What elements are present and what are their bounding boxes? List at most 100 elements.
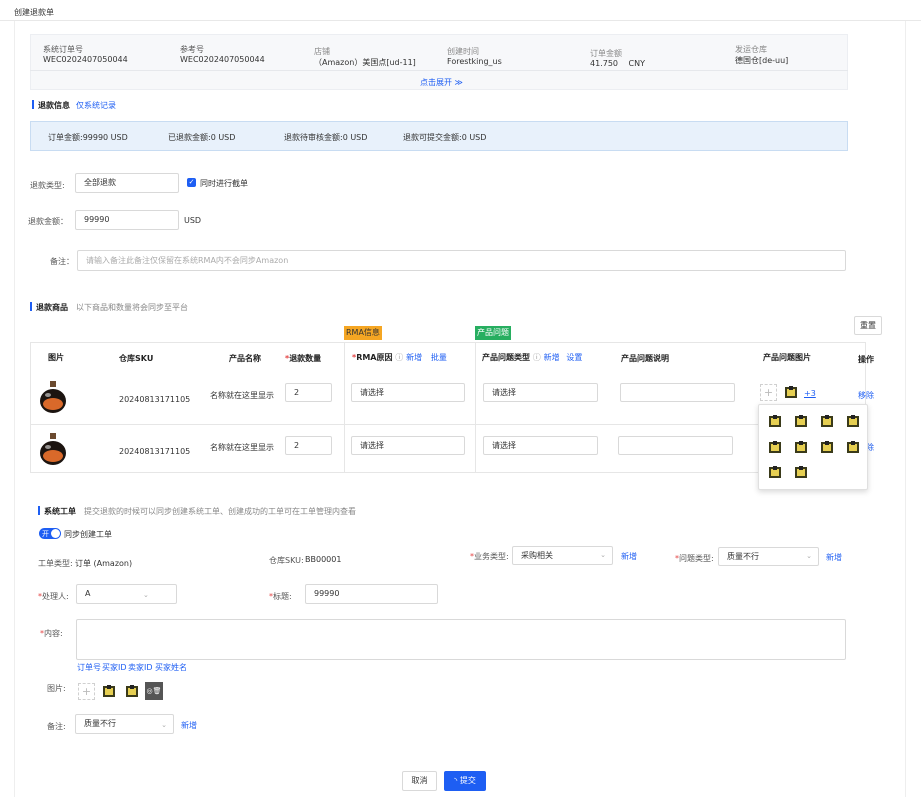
popup-image-thumb[interactable]: [768, 414, 782, 428]
attached-image-thumb[interactable]: [102, 684, 116, 698]
biz-type-select[interactable]: 采购相关 ⌄: [512, 546, 613, 565]
refund-info-title: 退款信息: [38, 101, 70, 110]
summary-label-order-no: 系统订单号: [43, 45, 83, 54]
chevron-down-icon: ⌄: [600, 551, 606, 559]
summary-label-amount: 订单金额: [590, 49, 622, 58]
wo-remark-value: 质量不行: [84, 719, 116, 728]
rma-add-link[interactable]: 新增: [406, 353, 422, 362]
image-label: 图片:: [47, 684, 66, 693]
popup-image-thumb[interactable]: [794, 414, 808, 428]
intercept-checkbox[interactable]: ✓: [187, 178, 196, 187]
summary-label-created: 创建时间: [447, 47, 479, 56]
content-textarea[interactable]: [76, 619, 846, 660]
summary-value-currency: CNY: [628, 59, 646, 68]
refund-goods-title: 退款商品: [36, 303, 68, 312]
problem-desc-input[interactable]: [618, 436, 733, 455]
biz-type-label: *业务类型:: [470, 552, 509, 561]
sync-work-order-toggle[interactable]: 开: [39, 528, 61, 539]
problem-image-thumb[interactable]: [784, 385, 798, 399]
col-rma-reason: *RMA原因 ⓘ 新增 批量: [352, 353, 447, 362]
upload-image-button[interactable]: +: [78, 683, 95, 700]
var-buyer-id[interactable]: 买家ID: [102, 662, 127, 673]
wo-remark-add-link[interactable]: 新增: [181, 720, 197, 731]
sku-cell: 20240813171105: [119, 395, 191, 404]
submit-label: 提交: [459, 776, 476, 785]
product-problem-tag: 产品问题: [475, 326, 511, 340]
wo-remark-label: 备注:: [47, 722, 66, 731]
problem-type-select[interactable]: 请选择: [483, 436, 598, 455]
popup-image-thumb[interactable]: [820, 440, 834, 454]
header-divider: [0, 20, 921, 21]
expand-toggle-link[interactable]: 点击展开 ≫: [420, 77, 463, 88]
qty-input[interactable]: 2: [285, 383, 332, 402]
var-seller-id[interactable]: 卖家ID: [128, 662, 153, 673]
remove-row-link[interactable]: 移除: [858, 390, 874, 401]
loading-icon: ◝: [454, 776, 458, 785]
summary-label-shop: 店铺: [314, 47, 330, 56]
row-divider: [31, 424, 865, 425]
summary-value-shop: （Amazon）美国点[ud-11]: [314, 58, 416, 67]
problem-type-label: *问题类型:: [675, 554, 714, 563]
order-amount-text: 订单金额:99990 USD: [48, 133, 128, 142]
remark-input[interactable]: 请输入备注此备注仅保留在系统RMA内不会同步Amazon: [77, 250, 846, 271]
popup-image-thumb[interactable]: [768, 440, 782, 454]
system-record-link[interactable]: 仅系统记录: [76, 100, 116, 111]
work-order-title: 系统工单: [44, 507, 76, 516]
reset-button[interactable]: 重置: [854, 316, 882, 335]
summary-value-amount: 41.750: [590, 59, 618, 68]
popup-image-thumb[interactable]: [846, 414, 860, 428]
rma-reason-select[interactable]: 请选择: [351, 436, 465, 455]
problem-type-select[interactable]: 请选择: [483, 383, 598, 402]
chevron-down-icon: ⌄: [143, 591, 149, 599]
refund-amount-input[interactable]: 99990: [75, 210, 179, 230]
upload-image-button[interactable]: +: [760, 384, 777, 401]
summary-divider: [30, 70, 848, 71]
submit-button[interactable]: ◝ 提交: [444, 771, 486, 791]
wo-sku-value: BB00001: [305, 555, 342, 564]
summary-amount-group: 41.750 CNY: [590, 59, 645, 68]
refund-goods-subtitle: 以下商品和数量将会同步至平台: [76, 303, 188, 312]
var-buyer-name[interactable]: 买家姓名: [155, 662, 187, 673]
remark-label: 备注：: [50, 257, 74, 266]
handler-select[interactable]: A ⌄: [76, 584, 177, 604]
popup-image-thumb[interactable]: [794, 440, 808, 454]
refund-type-input[interactable]: 全部退款: [75, 173, 179, 193]
var-order-no[interactable]: 订单号: [77, 662, 101, 673]
rma-reason-select[interactable]: 请选择: [351, 383, 465, 402]
rma-batch-link[interactable]: 批量: [431, 353, 447, 362]
product-name-cell: 名称就在这里显示: [210, 443, 274, 452]
refunded-amount-text: 已退款金额:0 USD: [168, 133, 236, 142]
problem-type-value: 质量不行: [727, 552, 759, 561]
column-divider: [475, 342, 476, 473]
cancel-button[interactable]: 取消: [402, 771, 437, 791]
more-images-link[interactable]: +3: [804, 389, 816, 398]
product-image: [37, 432, 69, 466]
col-action: 操作: [858, 355, 874, 364]
col-problem-image: 产品问题图片: [763, 353, 811, 362]
refund-type-label: 退款类型:: [30, 181, 65, 190]
wo-remark-select[interactable]: 质量不行 ⌄: [75, 714, 174, 734]
biz-type-add-link[interactable]: 新增: [621, 551, 637, 562]
submittable-amount-text: 退款可提交金额:0 USD: [403, 133, 487, 142]
popup-image-thumb[interactable]: [794, 465, 808, 479]
help-icon: ⓘ: [395, 353, 404, 362]
wo-sku-label: 仓库SKU:: [269, 556, 304, 565]
problem-desc-input[interactable]: [620, 383, 735, 402]
ptype-add-link[interactable]: 新增: [544, 353, 560, 362]
page-title: 创建退款单: [14, 8, 54, 17]
col-qty: *退款数量: [285, 354, 322, 363]
summary-value-order-no: WEC0202407050044: [43, 55, 128, 64]
popup-image-thumb[interactable]: [846, 440, 860, 454]
popup-image-thumb[interactable]: [768, 465, 782, 479]
section-marker: [30, 302, 32, 311]
delete-image-icon[interactable]: ◎🗑: [145, 682, 163, 700]
qty-input[interactable]: 2: [285, 436, 332, 455]
popup-image-thumb[interactable]: [820, 414, 834, 428]
problem-type-dropdown[interactable]: 质量不行 ⌄: [718, 547, 819, 566]
attached-image-thumb[interactable]: [125, 684, 139, 698]
ptype-set-link[interactable]: 设置: [566, 353, 582, 362]
subject-input[interactable]: 99990: [305, 584, 438, 604]
col-problem-type: 产品问题类型 ⓘ 新增 设置: [482, 353, 583, 362]
biz-type-value: 采购相关: [521, 551, 553, 560]
problem-type-add-link[interactable]: 新增: [826, 552, 842, 563]
